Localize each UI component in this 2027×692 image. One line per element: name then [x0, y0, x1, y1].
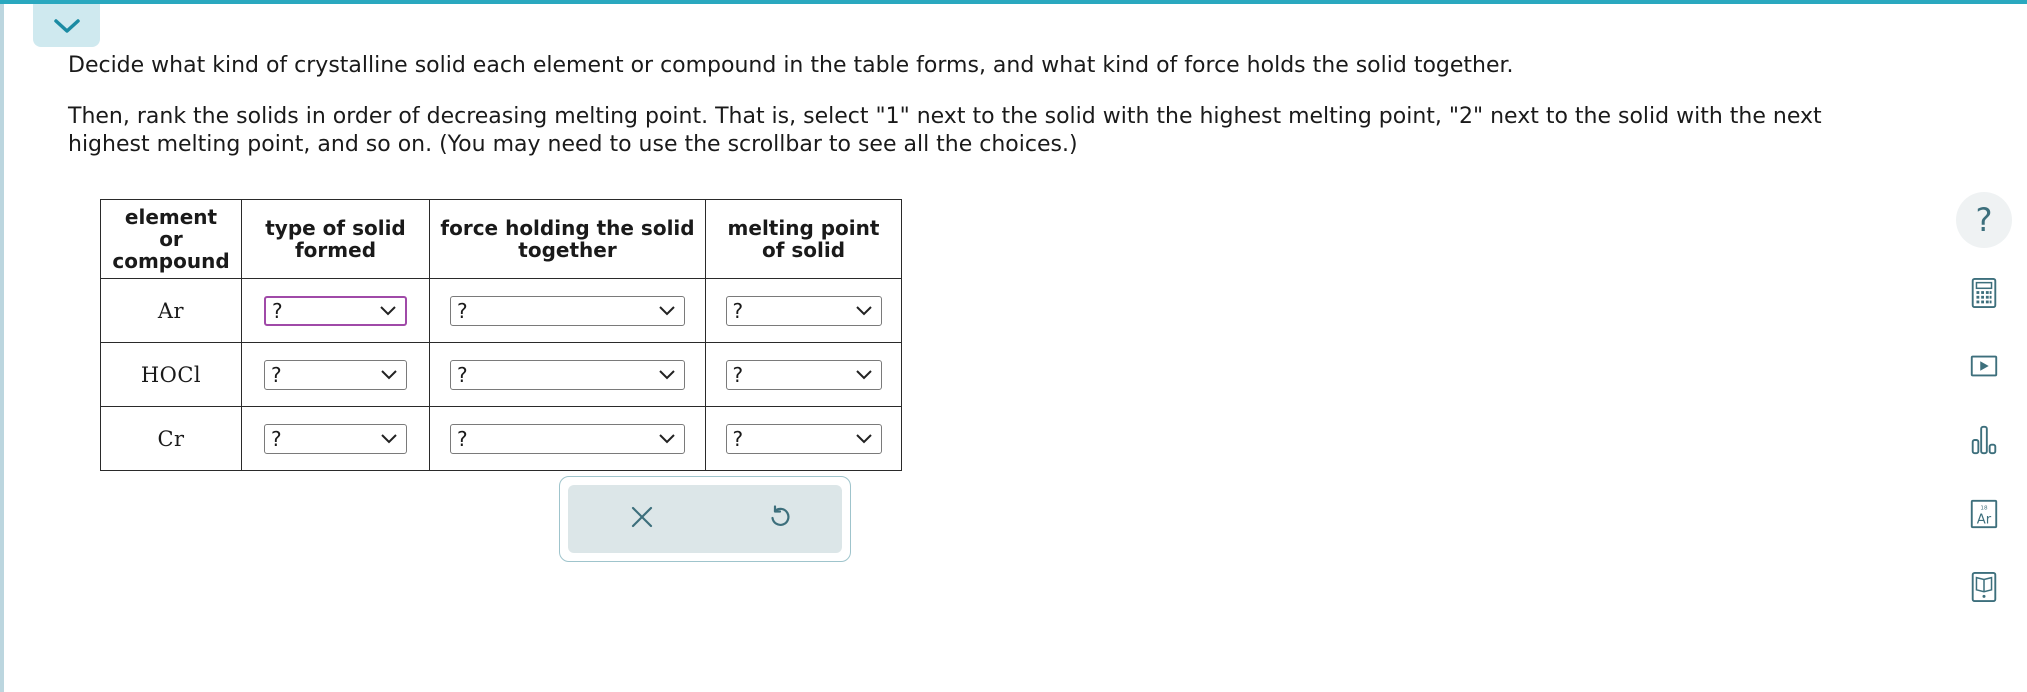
- chevron-down-icon: [659, 306, 675, 316]
- left-rail: [0, 4, 4, 692]
- top-accent-bar: [0, 0, 2027, 4]
- header-force: force holding the solid together: [429, 199, 706, 279]
- answer-table: element or compound type of solid formed…: [100, 199, 902, 471]
- force-select-cr[interactable]: ?: [450, 423, 685, 454]
- ebook-icon: [1971, 571, 1997, 603]
- formula-cell: Ar: [100, 278, 242, 343]
- chevron-down-icon: [53, 18, 80, 33]
- help-icon: ?: [1975, 201, 1993, 239]
- chevron-down-icon: [855, 434, 872, 444]
- calculator-icon: [1971, 277, 1997, 309]
- calculator-button[interactable]: [1955, 264, 2013, 322]
- answer-actions-tray: [568, 485, 842, 553]
- chevron-down-icon: [381, 434, 397, 444]
- table-row: HOCl ? ? ?: [100, 342, 902, 407]
- chevron-down-icon: [380, 306, 396, 316]
- table-row: Ar ? ? ?: [100, 278, 902, 343]
- formula-ar: Ar: [157, 298, 185, 323]
- force-select-ar[interactable]: ?: [450, 295, 685, 326]
- type-select-ar[interactable]: ?: [264, 295, 407, 326]
- svg-text:Ar: Ar: [1977, 512, 1992, 527]
- chevron-down-icon: [855, 370, 872, 380]
- periodic-table-button[interactable]: 18 Ar: [1955, 485, 2013, 543]
- ebook-button[interactable]: [1955, 558, 2013, 616]
- force-select-hocl[interactable]: ?: [450, 359, 685, 390]
- formula-cell: HOCl: [100, 342, 242, 407]
- instruction-text-2: Then, rank the solids in order of decrea…: [68, 104, 1822, 157]
- chevron-down-icon: [381, 370, 397, 380]
- melting-select-ar[interactable]: ?: [725, 295, 882, 326]
- close-icon: [631, 506, 653, 528]
- header-melting: melting point of solid: [705, 199, 902, 279]
- periodic-table-icon: 18 Ar: [1970, 499, 1998, 529]
- header-type: type of solid formed: [241, 199, 430, 279]
- chevron-down-icon: [855, 306, 872, 316]
- table-row: Cr ? ? ?: [100, 406, 902, 471]
- type-select-cr[interactable]: ?: [264, 423, 407, 454]
- type-select-hocl[interactable]: ?: [264, 359, 407, 390]
- header-element: element or compound: [100, 199, 242, 279]
- undo-button[interactable]: [760, 497, 800, 537]
- clear-button[interactable]: [622, 497, 662, 537]
- svg-text:18: 18: [1980, 505, 1988, 511]
- formula-cell: Cr: [100, 406, 242, 471]
- video-icon: [1970, 355, 1998, 377]
- data-chart-button[interactable]: [1955, 411, 2013, 469]
- melting-select-cr[interactable]: ?: [725, 423, 882, 454]
- formula-cr: Cr: [157, 426, 185, 451]
- help-button[interactable]: ?: [1956, 192, 2012, 248]
- formula-hocl: HOCl: [140, 362, 202, 387]
- video-button[interactable]: [1955, 337, 2013, 395]
- undo-icon: [771, 505, 790, 526]
- chevron-down-icon: [659, 434, 675, 444]
- data-chart-icon: [1971, 425, 1997, 455]
- instruction-text-1: Decide what kind of crystalline solid ea…: [68, 53, 1514, 78]
- collapse-toggle[interactable]: [33, 4, 100, 47]
- chevron-down-icon: [659, 370, 675, 380]
- answer-actions-panel: [559, 476, 851, 562]
- melting-select-hocl[interactable]: ?: [725, 359, 882, 390]
